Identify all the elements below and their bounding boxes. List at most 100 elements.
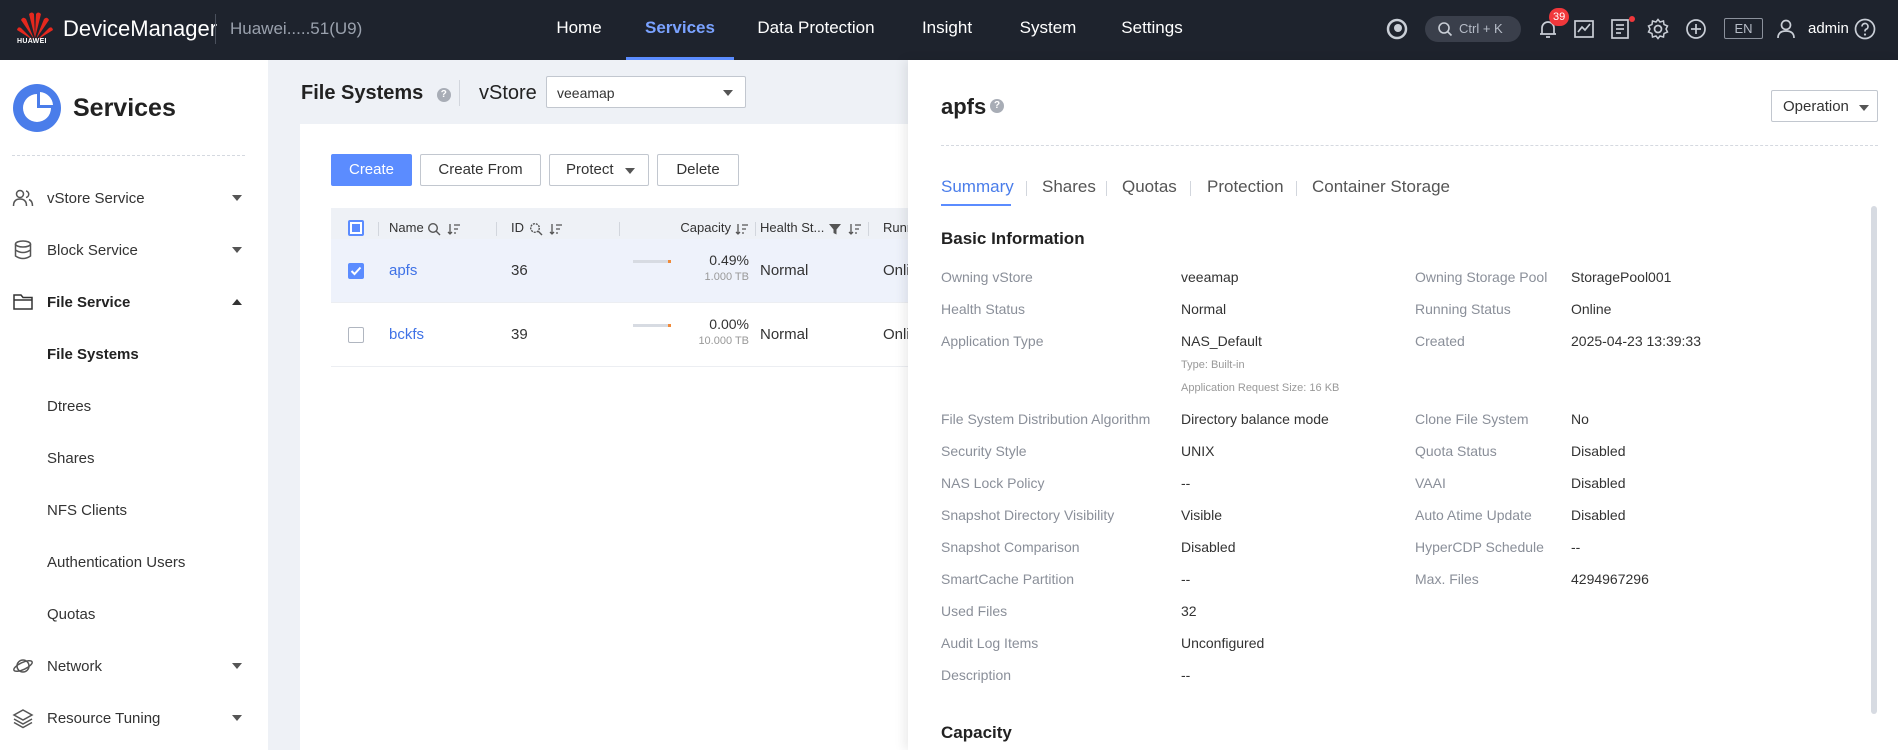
monitor-chart-icon[interactable] [1572,17,1596,41]
gear-icon[interactable] [1646,17,1670,41]
sort-icon[interactable] [735,222,749,236]
tab-protection[interactable]: Protection [1207,177,1284,197]
row-name-link[interactable]: apfs [389,262,417,279]
help-icon[interactable] [1853,17,1877,41]
filter-icon[interactable] [828,222,842,236]
user-icon[interactable] [1774,17,1798,41]
search-icon[interactable] [427,222,441,236]
value-smartcache-partition: -- [1181,571,1191,587]
sidebar-item-file-service[interactable]: File Service [0,282,268,322]
row-checkbox[interactable] [348,327,364,343]
help-icon[interactable]: ? [990,99,1004,113]
sidebar-subitem-label: File Systems [47,346,139,363]
create-from-button[interactable]: Create From [420,154,541,186]
global-search[interactable]: Ctrl + K [1425,16,1521,42]
application-type-detail: Type: Built-in [1181,359,1245,371]
nav-data-protection[interactable]: Data Protection [752,0,880,60]
sidebar-subitem-quotas[interactable]: Quotas [0,594,268,634]
page-title-text: File Systems [301,82,424,104]
sidebar-title: Services [73,94,176,122]
active-tab-indicator [941,204,1011,206]
sidebar: Services vStore Service Block Service Fi… [0,60,268,750]
nav-settings[interactable]: Settings [1118,0,1186,60]
caret-down-icon [232,247,242,253]
row-checkbox[interactable] [348,263,364,279]
tab-divider [1296,181,1297,196]
label-running-status: Running Status [1415,301,1511,317]
row-id: 36 [511,262,528,279]
database-icon [14,240,32,260]
device-name[interactable]: Huawei.....51(U9) [230,19,362,39]
vstore-select[interactable]: veeamap [546,76,746,108]
value-nas-lock-policy: -- [1181,475,1191,491]
row-capacity-percent: 0.00% [709,316,749,332]
tab-divider [1026,181,1027,196]
check-icon [350,266,362,276]
planet-icon [13,659,33,673]
search-icon[interactable] [529,222,543,236]
sidebar-item-label: Resource Tuning [47,710,161,727]
panel-scrollbar[interactable] [1871,206,1877,714]
operation-button[interactable]: Operation [1771,90,1878,122]
tab-quotas[interactable]: Quotas [1122,177,1177,197]
task-dot [1629,16,1635,22]
label-owning-storage-pool: Owning Storage Pool [1415,269,1548,285]
label-vaai: VAAI [1415,475,1446,491]
table-row[interactable]: bckfs 39 0.00% 10.000 TB Normal Onli [331,303,911,367]
user-name[interactable]: admin [1808,20,1849,37]
tab-summary[interactable]: Summary [941,177,1014,197]
language-switch[interactable]: EN [1724,18,1763,39]
column-divider [378,222,379,236]
sidebar-item-network[interactable]: Network [0,646,268,686]
protect-button[interactable]: Protect [549,154,649,186]
sort-icon[interactable] [848,222,862,236]
label-used-files: Used Files [941,603,1008,619]
value-vaai: Disabled [1571,475,1626,491]
create-button[interactable]: Create [331,154,412,186]
value-hypercdp-schedule: -- [1571,539,1581,555]
select-all-checkbox[interactable] [348,220,364,236]
table-row[interactable]: apfs 36 0.49% 1.000 TB Normal Onli [331,239,911,303]
label-hypercdp-schedule: HyperCDP Schedule [1415,539,1544,555]
add-circle-icon[interactable] [1684,17,1708,41]
tab-divider [1190,181,1191,196]
sidebar-item-block-service[interactable]: Block Service [0,230,268,270]
sidebar-subitem-nfs-clients[interactable]: NFS Clients [0,490,268,530]
tab-container-storage[interactable]: Container Storage [1312,177,1450,197]
nav-insight[interactable]: Insight [916,0,978,60]
sort-icon[interactable] [549,222,563,236]
row-health: Normal [760,326,809,343]
value-owning-vstore: veeamap [1181,269,1239,285]
value-snapshot-directory-visibility: Visible [1181,507,1222,523]
search-shortcut: Ctrl + K [1459,21,1503,36]
sidebar-subitem-dtrees[interactable]: Dtrees [0,386,268,426]
alarm-badge: 39 [1549,8,1570,26]
tab-shares[interactable]: Shares [1042,177,1096,197]
sidebar-item-resource-tuning[interactable]: Resource Tuning [0,698,268,738]
sidebar-subitem-shares[interactable]: Shares [0,438,268,478]
row-name-link[interactable]: bckfs [389,326,424,343]
help-icon[interactable]: ? [436,88,451,102]
sidebar-subitem-authentication-users[interactable]: Authentication Users [0,542,268,582]
value-running-status: Online [1571,301,1612,317]
divider [459,80,460,106]
sidebar-item-vstore-service[interactable]: vStore Service [0,178,268,218]
delete-button[interactable]: Delete [657,154,739,186]
sidebar-subitem-file-systems[interactable]: File Systems [0,334,268,374]
label-snapshot-directory-visibility: Snapshot Directory Visibility [941,507,1115,523]
value-snapshot-comparison: Disabled [1181,539,1236,555]
services-icon [13,84,61,132]
detail-panel [908,60,1898,750]
value-owning-storage-pool: StoragePool001 [1571,269,1672,285]
ai-assistant-icon[interactable] [1385,17,1409,41]
nav-home[interactable]: Home [546,0,612,60]
chevron-down-icon [723,90,733,96]
nav-system[interactable]: System [1014,0,1082,60]
value-audit-log-items: Unconfigured [1181,635,1265,651]
sort-icon[interactable] [447,222,461,236]
task-list-icon[interactable] [1608,17,1632,41]
folder-icon [13,294,33,310]
label-created: Created [1415,333,1465,349]
label-security-style: Security Style [941,443,1027,459]
nav-services[interactable]: Services [626,0,734,60]
